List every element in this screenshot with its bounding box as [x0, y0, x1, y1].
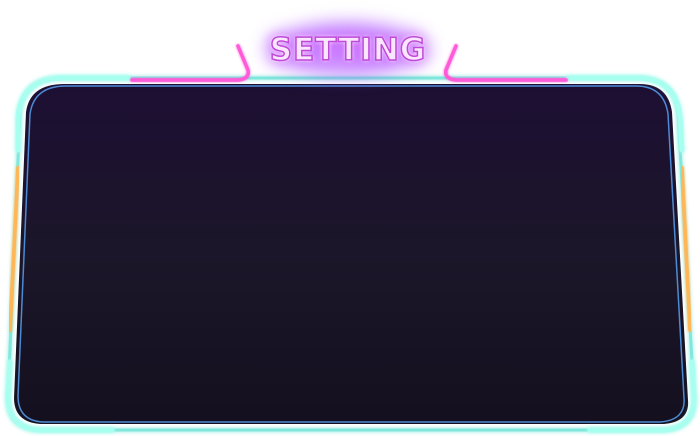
settings-dialog: SETTING — [0, 0, 700, 436]
side-accent-left — [8, 166, 20, 332]
panel-background — [14, 84, 689, 424]
side-accent-right — [680, 166, 692, 332]
dialog-title: SETTING — [269, 31, 427, 69]
top-accent-right — [443, 44, 568, 82]
top-accent-left — [130, 44, 251, 82]
